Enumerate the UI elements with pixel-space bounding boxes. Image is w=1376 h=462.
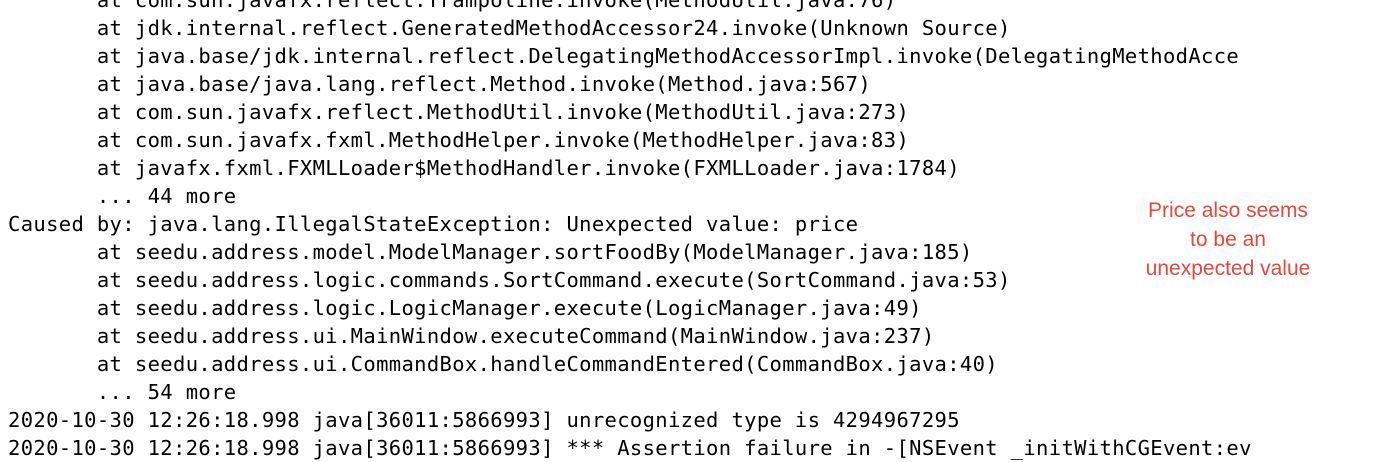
- annotation-line: to be an: [1190, 228, 1266, 251]
- stack-trace-line: at jdk.internal.reflect.GeneratedMethodA…: [8, 16, 1011, 40]
- stack-trace-line: at java.base/jdk.internal.reflect.Delega…: [8, 44, 1240, 68]
- stack-trace-line: at com.sun.javafx.reflect.MethodUtil.inv…: [8, 100, 910, 124]
- stack-trace-line: at com.sun.javafx.fxml.MethodHelper.invo…: [8, 128, 910, 152]
- stack-trace-line: at java.base/java.lang.reflect.Method.in…: [8, 72, 872, 96]
- log-line: 2020-10-30 12:26:18.998 java[36011:58669…: [8, 436, 1252, 460]
- stack-trace-line: at javafx.fxml.FXMLLoader$MethodHandler.…: [8, 156, 960, 180]
- annotation-note: Price also seems to be an unexpected val…: [1140, 196, 1316, 283]
- annotation-line: unexpected value: [1145, 257, 1311, 280]
- stack-trace-line: at seedu.address.ui.CommandBox.handleCom…: [8, 352, 998, 376]
- stack-trace-line: at com.sun.javafx.reflect.Trampoline.inv…: [8, 0, 897, 12]
- annotation-line: Price also seems: [1148, 199, 1308, 222]
- stack-trace-line: at seedu.address.logic.LogicManager.exec…: [8, 296, 922, 320]
- stack-trace-more-line: ... 54 more: [8, 380, 237, 404]
- stack-trace-line: at seedu.address.ui.MainWindow.executeCo…: [8, 324, 935, 348]
- log-line: 2020-10-30 12:26:18.998 java[36011:58669…: [8, 408, 960, 432]
